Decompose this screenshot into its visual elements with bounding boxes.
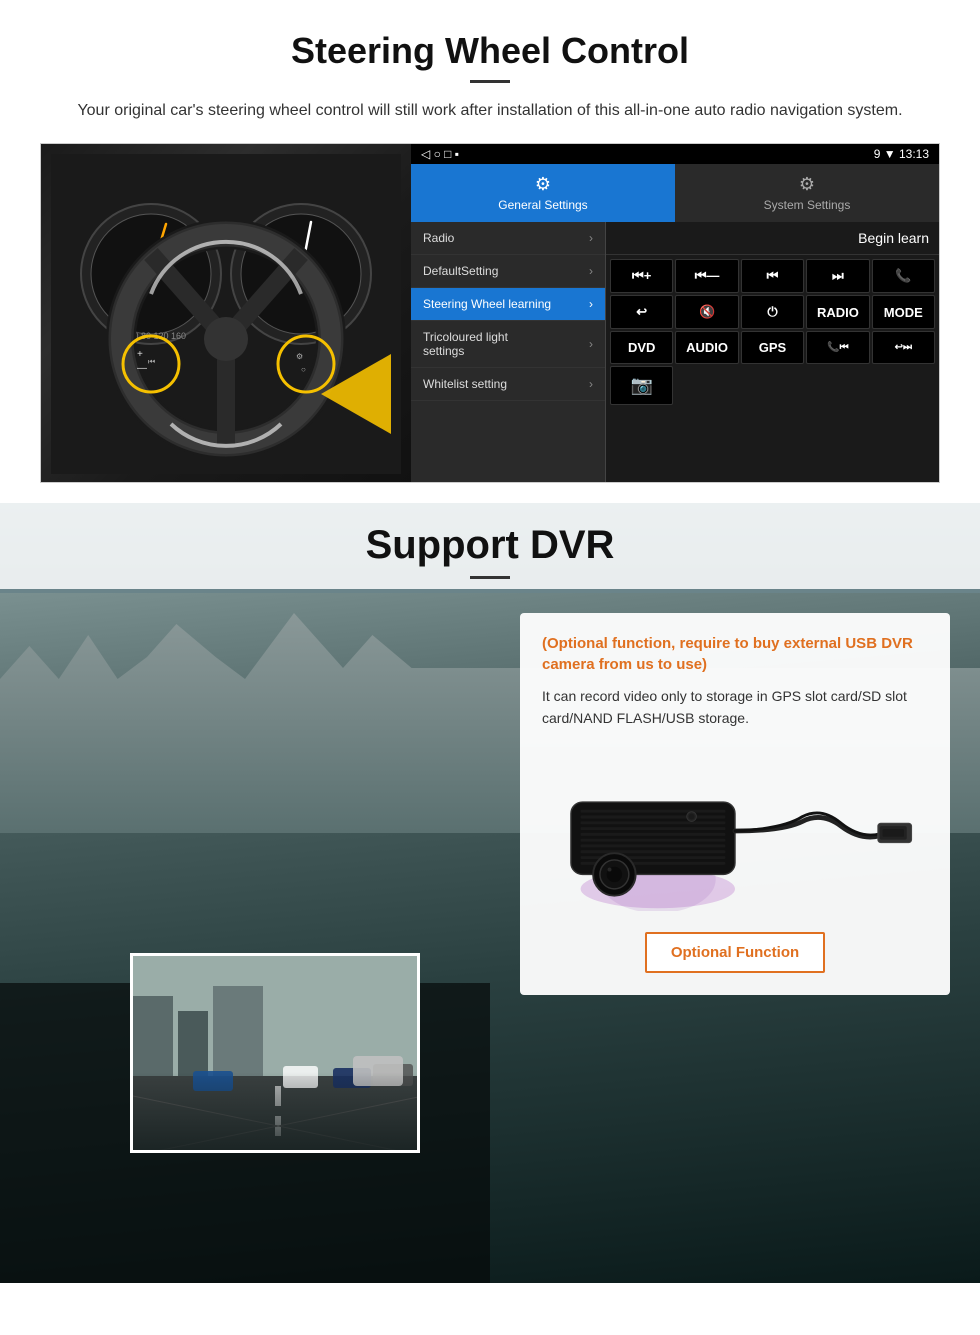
status-time: 9 ▼ 13:13 [874, 147, 929, 161]
dvr-title-area: Support DVR [0, 503, 980, 589]
menu-steering-label: Steering Wheel learning [423, 297, 551, 311]
nav-icons: ◁ ○ □ ▪ [421, 147, 459, 161]
ctrl-mode[interactable]: MODE [872, 295, 935, 329]
steering-wheel-svg: 0 40 80 120 160 [51, 154, 401, 474]
controls-grid: ⏮+ ⏮— ⏮ ⏭ 📞 ↩ 🔇 ⏻ RADIO MODE DVD AUDIO G… [606, 255, 939, 409]
dvr-section: Support DVR [0, 503, 980, 1283]
optional-function-button[interactable]: Optional Function [645, 932, 825, 973]
steering-wheel-section: Steering Wheel Control Your original car… [0, 0, 980, 503]
system-icon: ⚙ [799, 174, 815, 195]
begin-learn-button[interactable]: Begin learn [858, 230, 929, 246]
menu-tricolour-label: Tricoloured lightsettings [423, 330, 508, 358]
android-menu: Radio › DefaultSetting › Steering Wheel … [411, 222, 606, 482]
dvr-info-card: (Optional function, require to buy exter… [520, 613, 950, 995]
menu-whitelist-label: Whitelist setting [423, 377, 507, 391]
steering-title: Steering Wheel Control [40, 30, 940, 72]
menu-radio-label: Radio [423, 231, 454, 245]
steering-wheel-photo: 0 40 80 120 160 [41, 144, 411, 483]
menu-item-default[interactable]: DefaultSetting › [411, 255, 605, 288]
menu-default-label: DefaultSetting [423, 264, 498, 278]
dvr-title: Support DVR [0, 523, 980, 568]
ctrl-next[interactable]: ⏭ [806, 259, 869, 293]
ctrl-prev[interactable]: ⏮ [741, 259, 804, 293]
dvr-optional-highlight: (Optional function, require to buy exter… [542, 633, 928, 675]
ctrl-back[interactable]: ↩ [610, 295, 673, 329]
steering-subtitle: Your original car's steering wheel contr… [40, 99, 940, 123]
ctrl-vol-down[interactable]: ⏮— [675, 259, 738, 293]
ctrl-power[interactable]: ⏻ [741, 295, 804, 329]
menu-item-tricolour[interactable]: Tricoloured lightsettings › [411, 321, 605, 368]
dvr-divider [470, 576, 510, 579]
tab-general-label: General Settings [498, 198, 587, 212]
tab-system[interactable]: ⚙ System Settings [675, 164, 939, 222]
ctrl-dvd[interactable]: DVD [610, 331, 673, 364]
ctrl-gps[interactable]: GPS [741, 331, 804, 364]
android-tabs: ⚙ General Settings ⚙ System Settings [411, 164, 939, 222]
dvr-camera-svg [542, 751, 928, 911]
chevron-icon: › [589, 231, 593, 245]
dvr-background-photo: Support DVR [0, 503, 980, 1283]
svg-text:⚙: ⚙ [296, 352, 303, 361]
chevron-icon: › [589, 264, 593, 278]
ctrl-mute[interactable]: 🔇 [675, 295, 738, 329]
tab-system-label: System Settings [764, 198, 851, 212]
android-ui-panel: ◁ ○ □ ▪ 9 ▼ 13:13 ⚙ General Settings ⚙ S… [411, 144, 939, 482]
ctrl-audio[interactable]: AUDIO [675, 331, 738, 364]
menu-item-steering[interactable]: Steering Wheel learning › [411, 288, 605, 321]
steering-demo-container: 0 40 80 120 160 [40, 143, 940, 483]
chevron-icon: › [589, 377, 593, 391]
preview-svg [133, 956, 420, 1153]
ctrl-phone[interactable]: 📞 [872, 259, 935, 293]
ctrl-radio[interactable]: RADIO [806, 295, 869, 329]
chevron-icon: › [589, 297, 593, 311]
menu-item-radio[interactable]: Radio › [411, 222, 605, 255]
settings-icon: ⚙ [535, 174, 551, 195]
svg-text:⏮: ⏮ [148, 357, 155, 366]
chevron-icon: › [589, 337, 593, 351]
ctrl-vol-up[interactable]: ⏮+ [610, 259, 673, 293]
dvr-description: It can record video only to storage in G… [542, 685, 928, 730]
title-divider [470, 80, 510, 83]
svg-text:○: ○ [301, 365, 306, 374]
dvr-camera-image [542, 746, 928, 916]
ctrl-camera[interactable]: 📷 [610, 366, 673, 405]
menu-item-whitelist[interactable]: Whitelist setting › [411, 368, 605, 401]
ctrl-phone-prev[interactable]: 📞⏮ [806, 331, 869, 364]
svg-text:—: — [137, 363, 147, 374]
svg-text:+: + [137, 349, 143, 360]
android-statusbar: ◁ ○ □ ▪ 9 ▼ 13:13 [411, 144, 939, 164]
begin-learn-row: Begin learn [606, 222, 939, 255]
dvr-preview-photo [130, 953, 420, 1153]
tab-general[interactable]: ⚙ General Settings [411, 164, 675, 222]
android-content: Radio › DefaultSetting › Steering Wheel … [411, 222, 939, 482]
ctrl-back-next[interactable]: ↩⏭ [872, 331, 935, 364]
android-right-panel: Begin learn ⏮+ ⏮— ⏮ ⏭ 📞 ↩ 🔇 ⏻ RADIO MODE… [606, 222, 939, 482]
